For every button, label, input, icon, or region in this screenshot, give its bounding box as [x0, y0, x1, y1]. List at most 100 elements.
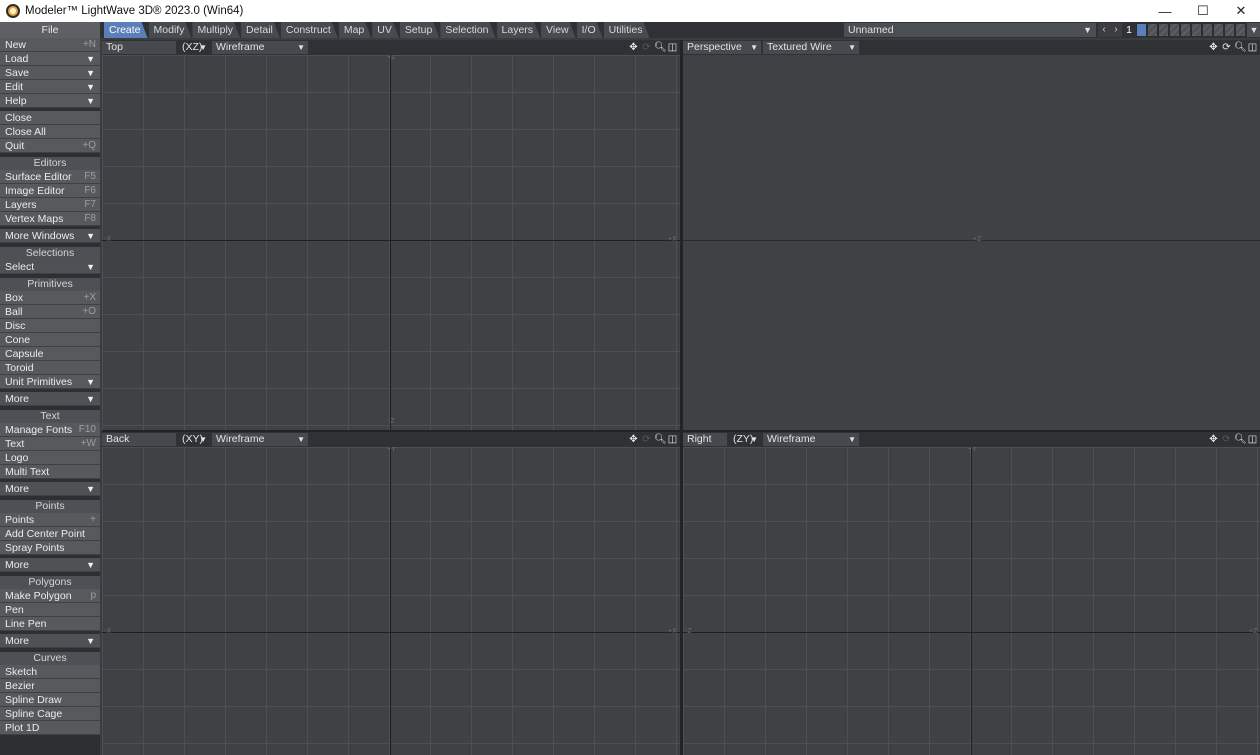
render-mode-dropdown[interactable]: Textured Wire ▼ — [763, 41, 859, 54]
bezier-button[interactable]: Bezier — [0, 679, 100, 693]
text-button[interactable]: Text +W — [0, 437, 100, 451]
tab-create[interactable]: Create — [104, 22, 148, 38]
layer-cell-9[interactable] — [1224, 23, 1235, 37]
capsule-button[interactable]: Capsule — [0, 347, 100, 361]
object-select-dropdown[interactable]: Unnamed ▼ — [844, 23, 1096, 37]
polygons-more-button[interactable]: More ▼ — [0, 634, 100, 648]
view-type-dropdown[interactable]: Right — [683, 433, 727, 446]
rotate-icon[interactable]: ⟳ — [641, 433, 652, 446]
tab-io[interactable]: I/O — [577, 22, 603, 38]
zoom-icon[interactable]: 🔍︎ — [654, 41, 667, 54]
close-all-button[interactable]: Close All — [0, 125, 100, 139]
tab-detail[interactable]: Detail — [241, 22, 280, 38]
viewport-right[interactable]: Right (ZY) ▼ Wireframe ▼ ✥ ⟳ 🔍︎ ◫ +Y -Z +Z — [683, 432, 1260, 755]
view-type-dropdown[interactable]: Back — [102, 433, 176, 446]
layer-cell-3[interactable] — [1158, 23, 1169, 37]
ball-button[interactable]: Ball +O — [0, 305, 100, 319]
layer-cell-10[interactable] — [1235, 23, 1246, 37]
sketch-button[interactable]: Sketch — [0, 665, 100, 679]
move-icon[interactable]: ✥ — [628, 41, 639, 54]
make-polygon-button[interactable]: Make Polygon p — [0, 589, 100, 603]
toroid-button[interactable]: Toroid — [0, 361, 100, 375]
new-button[interactable]: New +N — [0, 38, 100, 52]
zoom-icon[interactable]: 🔍︎ — [654, 433, 667, 446]
maximize-viewport-icon[interactable]: ◫ — [1247, 433, 1258, 446]
move-icon[interactable]: ✥ — [1208, 41, 1219, 54]
tab-construct[interactable]: Construct — [281, 22, 338, 38]
render-mode-dropdown[interactable]: Wireframe ▼ — [763, 433, 859, 446]
viewport-back[interactable]: Back (XY) ▼ Wireframe ▼ ✥ ⟳ 🔍︎ ◫ +Y -X +X — [102, 432, 680, 755]
zoom-icon[interactable]: 🔍︎ — [1234, 433, 1247, 446]
view-type-dropdown[interactable]: Top — [102, 41, 176, 54]
viewport-perspective[interactable]: Perspective ▼ Textured Wire ▼ ✥ ⟳ 🔍︎ ◫ +Z — [683, 40, 1260, 430]
prev-layer-icon[interactable]: ‹ — [1098, 23, 1110, 37]
line-pen-button[interactable]: Line Pen — [0, 617, 100, 631]
multi-text-button[interactable]: Multi Text — [0, 465, 100, 479]
view-type-dropdown[interactable]: Perspective ▼ — [683, 41, 761, 54]
surface-editor-button[interactable]: Surface Editor F5 — [0, 170, 100, 184]
more-windows-button[interactable]: More Windows ▼ — [0, 229, 100, 243]
vertex-maps-button[interactable]: Vertex Maps F8 — [0, 212, 100, 226]
tab-view[interactable]: View — [541, 22, 576, 38]
layer-cell-2[interactable] — [1147, 23, 1158, 37]
tab-utilities[interactable]: Utilities — [604, 22, 650, 38]
maximize-viewport-icon[interactable]: ◫ — [667, 433, 678, 446]
layer-cell-5[interactable] — [1180, 23, 1191, 37]
view-axes-dropdown[interactable]: (ZY) ▼ — [729, 433, 761, 446]
layer-cell-8[interactable] — [1213, 23, 1224, 37]
render-mode-dropdown[interactable]: Wireframe ▼ — [212, 41, 308, 54]
load-menu-button[interactable]: Load ▼ — [0, 52, 100, 66]
tab-modify[interactable]: Modify — [149, 22, 192, 38]
edit-menu-button[interactable]: Edit ▼ — [0, 80, 100, 94]
rotate-icon[interactable]: ⟳ — [641, 41, 652, 54]
chevron-down-icon[interactable]: ▼ — [1247, 23, 1260, 37]
tab-uv[interactable]: UV — [372, 22, 399, 38]
tab-multiply[interactable]: Multiply — [192, 22, 240, 38]
cone-button[interactable]: Cone — [0, 333, 100, 347]
move-icon[interactable]: ✥ — [1208, 433, 1219, 446]
minimize-button[interactable]: — — [1146, 0, 1184, 22]
maximize-viewport-icon[interactable]: ◫ — [667, 41, 678, 54]
layer-cell-4[interactable] — [1169, 23, 1180, 37]
unit-primitives-button[interactable]: Unit Primitives ▼ — [0, 375, 100, 389]
box-button[interactable]: Box +X — [0, 291, 100, 305]
render-mode-dropdown[interactable]: Wireframe ▼ — [212, 433, 308, 446]
logo-button[interactable]: Logo — [0, 451, 100, 465]
manage-fonts-button[interactable]: Manage Fonts F10 — [0, 423, 100, 437]
pen-button[interactable]: Pen — [0, 603, 100, 617]
tab-layers[interactable]: Layers — [497, 22, 541, 38]
tab-setup[interactable]: Setup — [400, 22, 439, 38]
disc-button[interactable]: Disc — [0, 319, 100, 333]
tab-map[interactable]: Map — [339, 22, 371, 38]
image-editor-button[interactable]: Image Editor F6 — [0, 184, 100, 198]
layer-cell-1[interactable] — [1136, 23, 1147, 37]
close-button[interactable]: Close — [0, 111, 100, 125]
layer-cell-6[interactable] — [1191, 23, 1202, 37]
rotate-icon[interactable]: ⟳ — [1221, 41, 1232, 54]
close-window-button[interactable]: ✕ — [1222, 0, 1260, 22]
primitives-more-button[interactable]: More ▼ — [0, 392, 100, 406]
spray-points-button[interactable]: Spray Points — [0, 541, 100, 555]
viewport-divider-vertical[interactable] — [680, 40, 683, 755]
maximize-viewport-icon[interactable]: ◫ — [1247, 41, 1258, 54]
select-menu-button[interactable]: Select ▼ — [0, 260, 100, 274]
rotate-icon[interactable]: ⟳ — [1221, 433, 1232, 446]
spline-cage-button[interactable]: Spline Cage — [0, 707, 100, 721]
next-layer-icon[interactable]: › — [1110, 23, 1122, 37]
layer-cell-7[interactable] — [1202, 23, 1213, 37]
zoom-icon[interactable]: 🔍︎ — [1234, 41, 1247, 54]
save-menu-button[interactable]: Save ▼ — [0, 66, 100, 80]
add-center-point-button[interactable]: Add Center Point — [0, 527, 100, 541]
points-button[interactable]: Points + — [0, 513, 100, 527]
quit-button[interactable]: Quit +Q — [0, 139, 100, 153]
help-menu-button[interactable]: Help ▼ — [0, 94, 100, 108]
spline-draw-button[interactable]: Spline Draw — [0, 693, 100, 707]
layers-button[interactable]: Layers F7 — [0, 198, 100, 212]
plot-1d-button[interactable]: Plot 1D — [0, 721, 100, 735]
points-more-button[interactable]: More ▼ — [0, 558, 100, 572]
maximize-button[interactable]: ☐ — [1184, 0, 1222, 22]
view-axes-dropdown[interactable]: (XZ) ▼ — [178, 41, 210, 54]
viewport-top[interactable]: Top (XZ) ▼ Wireframe ▼ ✥ ⟳ 🔍︎ ◫ +Z -X +X -… — [102, 40, 680, 430]
view-axes-dropdown[interactable]: (XY) ▼ — [178, 433, 210, 446]
text-more-button[interactable]: More ▼ — [0, 482, 100, 496]
